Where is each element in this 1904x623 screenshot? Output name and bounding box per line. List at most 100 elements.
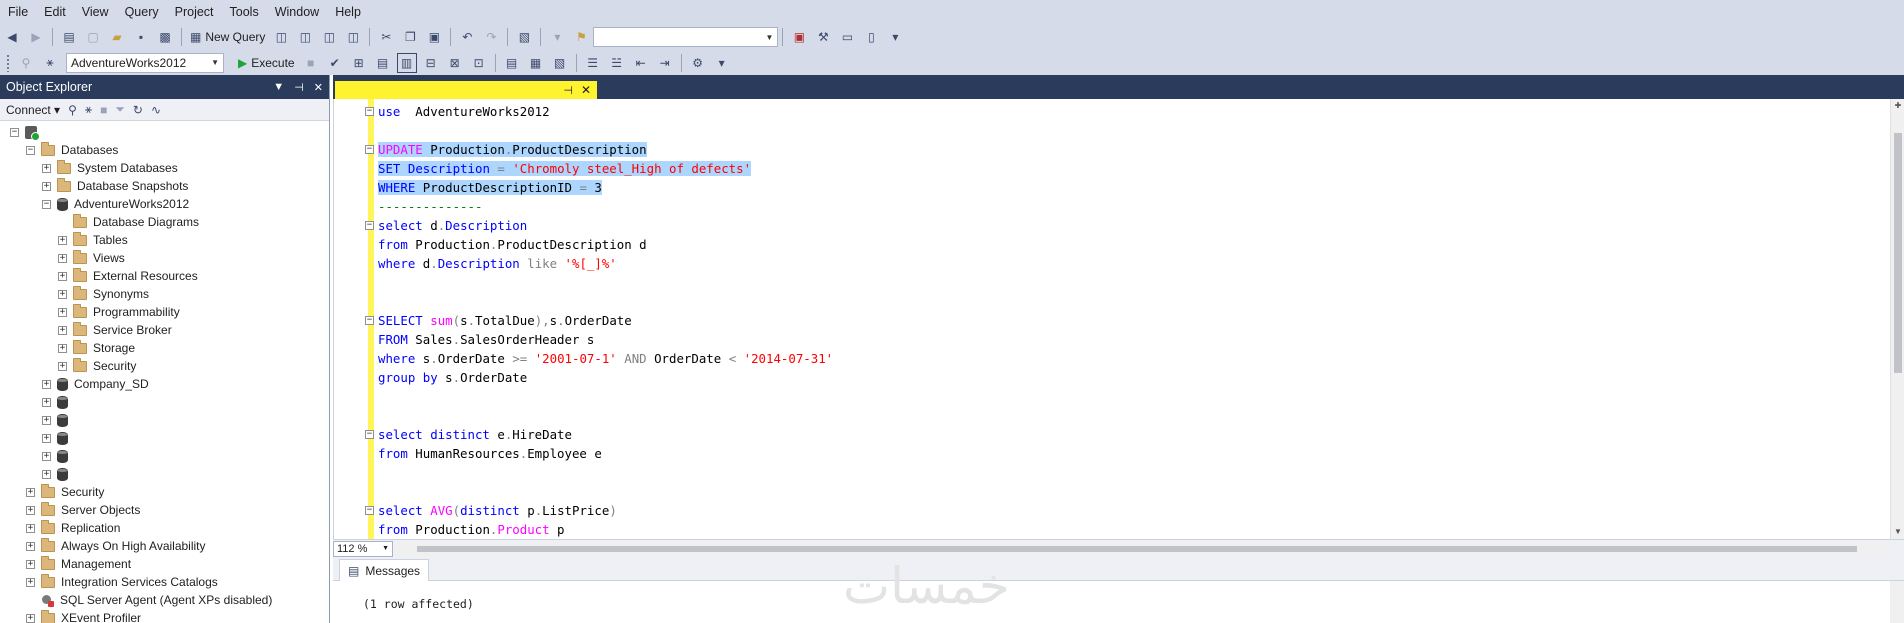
disconnect-icon[interactable]: ⚹ <box>85 102 92 117</box>
menu-item-view[interactable]: View <box>74 0 117 24</box>
code-line[interactable]: from Production.Product p <box>378 520 833 539</box>
tree-node[interactable]: − AdventureWorks2012 <box>0 195 329 213</box>
expand-icon[interactable]: + <box>58 289 67 299</box>
decrease-indent-icon[interactable]: ⇤ <box>631 53 651 73</box>
tree-node[interactable]: Database Diagrams <box>0 213 329 231</box>
expand-icon[interactable]: + <box>42 181 51 191</box>
toolbar-options-icon[interactable]: ▾ <box>712 53 732 73</box>
tree-node[interactable]: + Synonyms <box>0 285 329 303</box>
save-all-icon[interactable]: ▩ <box>155 27 175 47</box>
expand-icon[interactable]: + <box>42 415 51 425</box>
collapse-icon[interactable]: − <box>365 506 374 515</box>
tree-node[interactable]: + Programmability <box>0 303 329 321</box>
refresh-icon[interactable]: ↻ <box>133 103 143 117</box>
save-icon[interactable]: ▪ <box>131 27 151 47</box>
collapse-icon[interactable]: − <box>365 145 374 154</box>
collapse-icon[interactable]: − <box>365 221 374 230</box>
tree-node[interactable]: + Tables <box>0 231 329 249</box>
expand-icon[interactable]: + <box>42 379 51 389</box>
code-line[interactable]: − UPDATE Production.ProductDescription <box>365 140 833 159</box>
search-combo[interactable]: ▼ <box>593 27 779 47</box>
uncomment-icon[interactable]: ☱ <box>607 53 627 73</box>
tree-node[interactable]: + System Databases <box>0 159 329 177</box>
toolbox-icon[interactable]: ▭ <box>837 27 857 47</box>
tree-node[interactable]: + Storage <box>0 339 329 357</box>
pin-icon[interactable]: ⊣ <box>563 84 573 97</box>
expand-icon[interactable]: + <box>58 325 67 335</box>
vertical-scrollbar[interactable] <box>1890 581 1904 623</box>
registered-servers-icon[interactable]: ▣ <box>789 27 809 47</box>
code-line[interactable]: from HumanResources.Employee e <box>378 444 833 463</box>
code-line[interactable] <box>378 463 833 482</box>
menu-item-window[interactable]: Window <box>267 0 327 24</box>
horizontal-scrollbar[interactable] <box>397 542 1887 556</box>
mdx-query-icon[interactable]: ◫ <box>271 27 291 47</box>
tree-node[interactable]: − Databases <box>0 141 329 159</box>
code-line[interactable]: where d.Description like '%[_]%' <box>378 254 833 273</box>
close-icon[interactable]: ✕ <box>581 83 591 97</box>
expand-icon[interactable]: + <box>26 559 35 569</box>
actual-plan-icon[interactable]: ⊠ <box>445 53 465 73</box>
tree-node[interactable]: + XEvent Profiler <box>0 609 329 623</box>
expand-icon[interactable]: + <box>58 361 67 371</box>
das-query-icon[interactable]: ◫ <box>343 27 363 47</box>
close-icon[interactable]: ✕ <box>314 81 323 94</box>
menu-item-file[interactable]: File <box>0 0 36 24</box>
undo-icon[interactable]: ↶ <box>457 27 477 47</box>
tree-node[interactable]: + Replication <box>0 519 329 537</box>
xmla-query-icon[interactable]: ◫ <box>319 27 339 47</box>
tree-node[interactable]: + Always On High Availability <box>0 537 329 555</box>
expand-icon[interactable]: + <box>42 397 51 407</box>
command-window-icon[interactable]: ▯ <box>861 27 881 47</box>
tree-node[interactable]: + Views <box>0 249 329 267</box>
expand-icon[interactable]: + <box>58 271 67 281</box>
expand-icon[interactable]: + <box>42 163 51 173</box>
expand-icon[interactable]: + <box>42 433 51 443</box>
add-item-icon[interactable]: ▢ <box>83 27 103 47</box>
tree-node[interactable]: + Server Objects <box>0 501 329 519</box>
copy-icon[interactable]: ❐ <box>400 27 420 47</box>
tree-node[interactable]: SQL Server Agent (Agent XPs disabled) <box>0 591 329 609</box>
toolbar-grip[interactable] <box>6 53 10 72</box>
vertical-scrollbar[interactable]: ✚ ▼ <box>1890 99 1904 539</box>
code-area[interactable]: − use AdventureWorks2012− UPDATE Productio… <box>365 102 833 539</box>
menu-item-project[interactable]: Project <box>167 0 222 24</box>
live-stats-icon[interactable]: ⊡ <box>469 53 489 73</box>
tree-node[interactable]: + Service Broker <box>0 321 329 339</box>
menu-item-query[interactable]: Query <box>117 0 167 24</box>
filter-icon[interactable]: ⏷ <box>115 102 125 117</box>
sql-code-editor[interactable]: − use AdventureWorks2012− UPDATE Productio… <box>333 99 1904 539</box>
code-line[interactable]: − SELECT sum(s.TotalDue),s.OrderDate <box>365 311 833 330</box>
collapse-icon[interactable]: − <box>42 199 51 209</box>
tree-node[interactable]: + Database Snapshots <box>0 177 329 195</box>
properties-icon[interactable]: ⚒ <box>813 27 833 47</box>
query-designer-icon[interactable]: ⊟ <box>421 53 441 73</box>
expand-icon[interactable]: + <box>42 451 51 461</box>
menu-item-help[interactable]: Help <box>327 0 369 24</box>
change-connection-icon[interactable]: ⚹ <box>40 53 60 73</box>
code-line[interactable] <box>378 273 833 292</box>
tab-messages[interactable]: ▤ Messages <box>339 559 430 581</box>
expand-icon[interactable]: + <box>26 505 35 515</box>
collapse-icon[interactable]: − <box>26 145 35 155</box>
comment-icon[interactable]: ☰ <box>583 53 603 73</box>
code-line[interactable]: − select AVG(distinct p.ListPrice) <box>365 501 833 520</box>
code-line[interactable]: FROM Sales.SalesOrderHeader s <box>378 330 833 349</box>
tree-node[interactable]: + Integration Services Catalogs <box>0 573 329 591</box>
expand-icon[interactable]: + <box>26 613 35 623</box>
expand-icon[interactable]: + <box>42 469 51 479</box>
code-line[interactable]: where s.OrderDate >= '2001-07-1' AND Ord… <box>378 349 833 368</box>
tree-node[interactable]: + <box>0 429 329 447</box>
pin-icon[interactable]: ⊣ <box>294 81 304 94</box>
tree-node[interactable]: + Management <box>0 555 329 573</box>
expand-icon[interactable]: + <box>58 235 67 245</box>
find-in-files-icon[interactable]: ⚑ <box>571 27 591 47</box>
code-line[interactable] <box>378 482 833 501</box>
solution-config-icon[interactable]: ▾ <box>547 27 567 47</box>
code-line[interactable]: − select d.Description <box>365 216 833 235</box>
results-to-text-icon[interactable]: ▤ <box>502 53 522 73</box>
expand-icon[interactable]: + <box>58 307 67 317</box>
dmx-query-icon[interactable]: ◫ <box>295 27 315 47</box>
code-line[interactable]: -------------- <box>378 197 833 216</box>
scrollbar-thumb[interactable] <box>417 546 1857 552</box>
